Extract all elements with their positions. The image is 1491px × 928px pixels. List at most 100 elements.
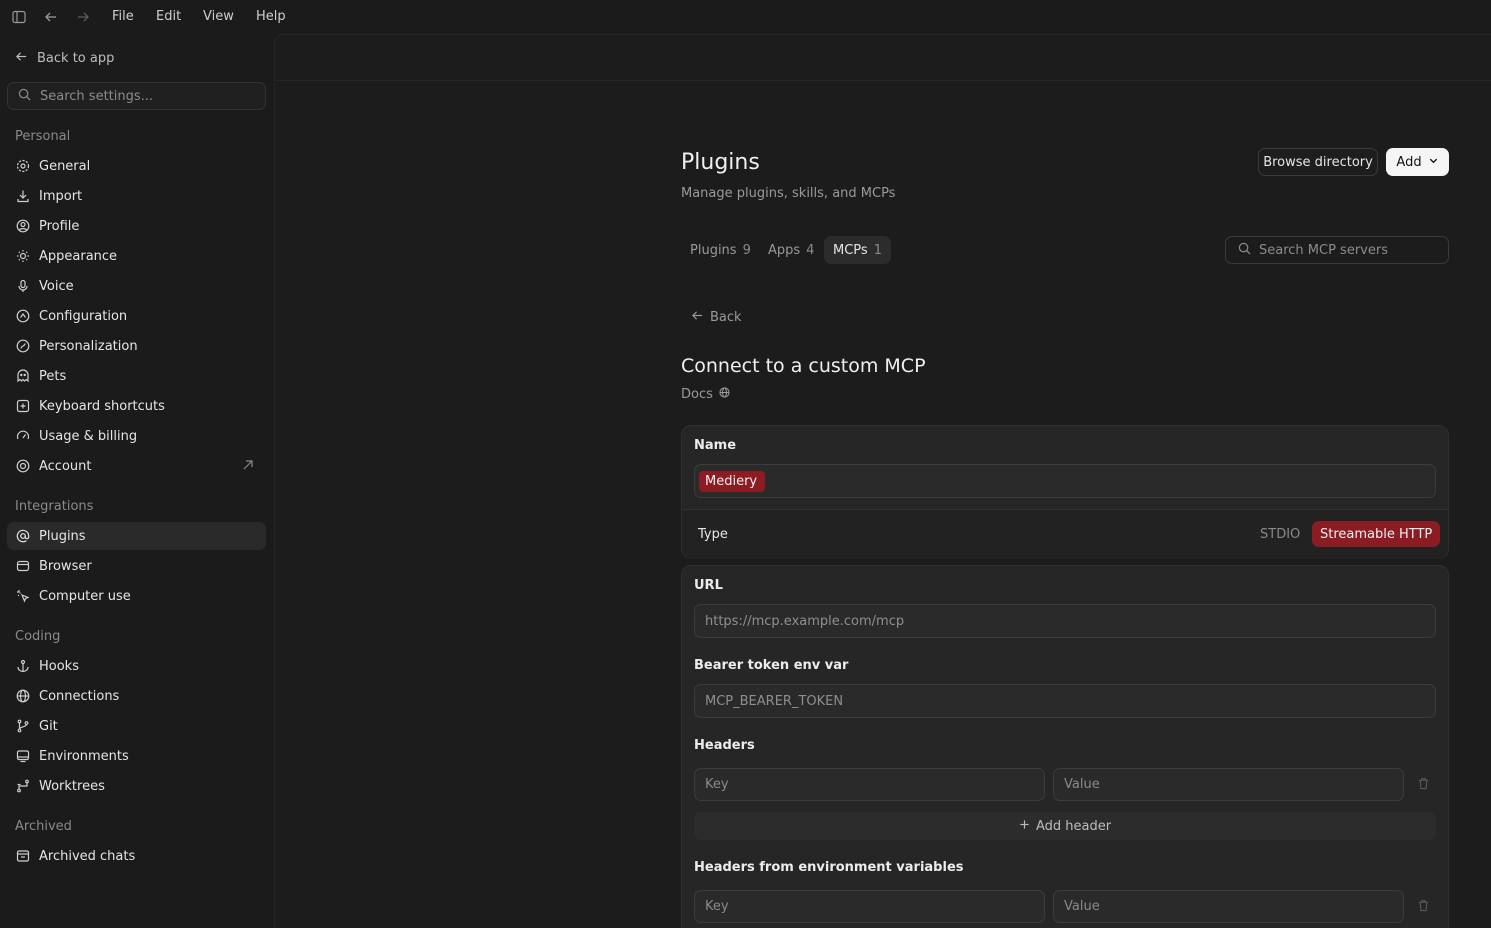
forward-arrow-icon[interactable] xyxy=(75,9,91,25)
menu-view[interactable]: View xyxy=(203,9,234,24)
sidebar-item-browser[interactable]: Browser xyxy=(7,552,266,580)
sidebar-item-account[interactable]: Account xyxy=(7,452,266,480)
sidebar-item-profile[interactable]: Profile xyxy=(7,212,266,240)
settings-search-input[interactable]: Search settings... xyxy=(7,82,266,110)
name-input[interactable]: Mediery xyxy=(694,464,1436,498)
add-header-button[interactable]: Add header xyxy=(694,812,1436,840)
env-header-value-placeholder: Value xyxy=(1064,899,1100,914)
back-arrow-icon[interactable] xyxy=(43,9,59,25)
type-option-stdio[interactable]: STDIO xyxy=(1260,527,1300,542)
sliders-icon xyxy=(16,309,30,323)
env-header-key-input[interactable]: Key xyxy=(694,890,1045,923)
add-button-label: Add xyxy=(1396,154,1422,170)
headers-label: Headers xyxy=(694,738,755,753)
sidebar-item-environments[interactable]: Environments xyxy=(7,742,266,770)
worktree-icon xyxy=(16,779,30,793)
menu-help[interactable]: Help xyxy=(256,9,286,24)
sidebar-item-label: Hooks xyxy=(39,658,79,674)
add-button[interactable]: Add xyxy=(1386,148,1449,176)
sidebar-item-usage-billing[interactable]: Usage & billing xyxy=(7,422,266,450)
settings-main-panel: Plugins Manage plugins, skills, and MCPs… xyxy=(274,34,1491,928)
section-personal: Personal xyxy=(15,129,71,144)
chevron-down-icon xyxy=(1428,155,1439,170)
back-to-app-link[interactable]: Back to app xyxy=(15,50,114,67)
type-label: Type xyxy=(698,527,728,542)
sidebar-item-general[interactable]: General xyxy=(7,152,266,180)
tab-apps[interactable]: Apps 4 xyxy=(759,236,823,264)
section-archived: Archived xyxy=(15,819,72,834)
menu-edit[interactable]: Edit xyxy=(156,9,181,24)
sidebar-item-git[interactable]: Git xyxy=(7,712,266,740)
bearer-token-placeholder: MCP_BEARER_TOKEN xyxy=(705,693,844,709)
type-row: Type STDIO Streamable HTTP xyxy=(682,509,1448,559)
form-heading: Connect to a custom MCP xyxy=(681,355,926,377)
sun-icon xyxy=(16,249,30,263)
env-header-value-input[interactable]: Value xyxy=(1053,890,1404,923)
sidebar-item-voice[interactable]: Voice xyxy=(7,272,266,300)
plus-icon xyxy=(1019,819,1030,834)
arrow-left-icon xyxy=(691,309,704,326)
sidebar-item-worktrees[interactable]: Worktrees xyxy=(7,772,266,800)
sidebar-item-plugins[interactable]: Plugins xyxy=(7,522,266,550)
tab-label: Apps xyxy=(768,242,801,258)
browse-directory-button[interactable]: Browse directory xyxy=(1258,148,1378,176)
bearer-token-label: Bearer token env var xyxy=(694,658,849,673)
sidebar-item-import[interactable]: Import xyxy=(7,182,266,210)
trash-icon[interactable] xyxy=(1417,899,1431,913)
header-value-input[interactable]: Value xyxy=(1053,768,1404,801)
arrow-left-icon xyxy=(15,50,28,67)
tab-count: 4 xyxy=(806,242,815,258)
sidebar-item-label: Git xyxy=(39,718,58,734)
header-key-input[interactable]: Key xyxy=(694,768,1045,801)
sidebar-item-label: Voice xyxy=(39,278,74,294)
mcp-search-input[interactable]: Search MCP servers xyxy=(1225,236,1449,264)
tab-count: 1 xyxy=(873,242,882,258)
tab-plugins[interactable]: Plugins 9 xyxy=(681,236,760,264)
sidebar-item-label: Import xyxy=(39,188,83,204)
settings-sidebar: Back to app Search settings... Personal … xyxy=(0,34,274,928)
docs-label: Docs xyxy=(681,387,713,402)
section-coding: Coding xyxy=(15,629,61,644)
archive-box-icon xyxy=(16,849,30,863)
name-type-card: Name Mediery Type STDIO Streamable HTTP xyxy=(681,425,1449,559)
monitor-icon xyxy=(16,749,30,763)
sidebar-item-label: Keyboard shortcuts xyxy=(39,398,165,414)
sidebar-item-archived-chats[interactable]: Archived chats xyxy=(7,842,266,870)
sidebar-item-appearance[interactable]: Appearance xyxy=(7,242,266,270)
back-link[interactable]: Back xyxy=(691,309,742,326)
gauge-icon xyxy=(16,429,30,443)
external-link-icon xyxy=(242,459,254,471)
sidebar-item-configuration[interactable]: Configuration xyxy=(7,302,266,330)
sidebar-item-label: Profile xyxy=(39,218,80,234)
sidebar-item-label: Pets xyxy=(39,368,67,384)
git-branch-icon xyxy=(16,719,30,733)
gear-icon xyxy=(16,159,30,173)
sidebar-toggle-icon[interactable] xyxy=(11,9,27,25)
tab-label: Plugins xyxy=(690,242,737,258)
page-title: Plugins xyxy=(681,150,760,175)
page-subtitle: Manage plugins, skills, and MCPs xyxy=(681,186,896,201)
bearer-token-input[interactable]: MCP_BEARER_TOKEN xyxy=(694,684,1436,718)
sidebar-item-hooks[interactable]: Hooks xyxy=(7,652,266,680)
docs-link[interactable]: Docs xyxy=(681,387,730,402)
type-option-streamable-http[interactable]: Streamable HTTP xyxy=(1312,521,1441,547)
sidebar-item-label: Browser xyxy=(39,558,92,574)
sidebar-item-label: Account xyxy=(39,458,92,474)
keyboard-icon xyxy=(16,399,30,413)
browser-window-icon xyxy=(16,559,30,573)
mcp-search-placeholder: Search MCP servers xyxy=(1259,242,1388,258)
tab-mcps[interactable]: MCPs 1 xyxy=(824,236,891,264)
menu-file[interactable]: File xyxy=(112,9,134,24)
sidebar-item-keyboard-shortcuts[interactable]: Keyboard shortcuts xyxy=(7,392,266,420)
trash-icon[interactable] xyxy=(1417,777,1431,791)
sidebar-item-pets[interactable]: Pets xyxy=(7,362,266,390)
sidebar-item-connections[interactable]: Connections xyxy=(7,682,266,710)
url-input[interactable]: https://mcp.example.com/mcp xyxy=(694,604,1436,638)
section-integrations: Integrations xyxy=(15,499,94,514)
globe-icon xyxy=(16,459,30,473)
sidebar-item-computer-use[interactable]: Computer use xyxy=(7,582,266,610)
name-label: Name xyxy=(694,438,737,453)
sidebar-item-label: Usage & billing xyxy=(39,428,138,444)
sidebar-item-personalization[interactable]: Personalization xyxy=(7,332,266,360)
download-icon xyxy=(16,189,30,203)
